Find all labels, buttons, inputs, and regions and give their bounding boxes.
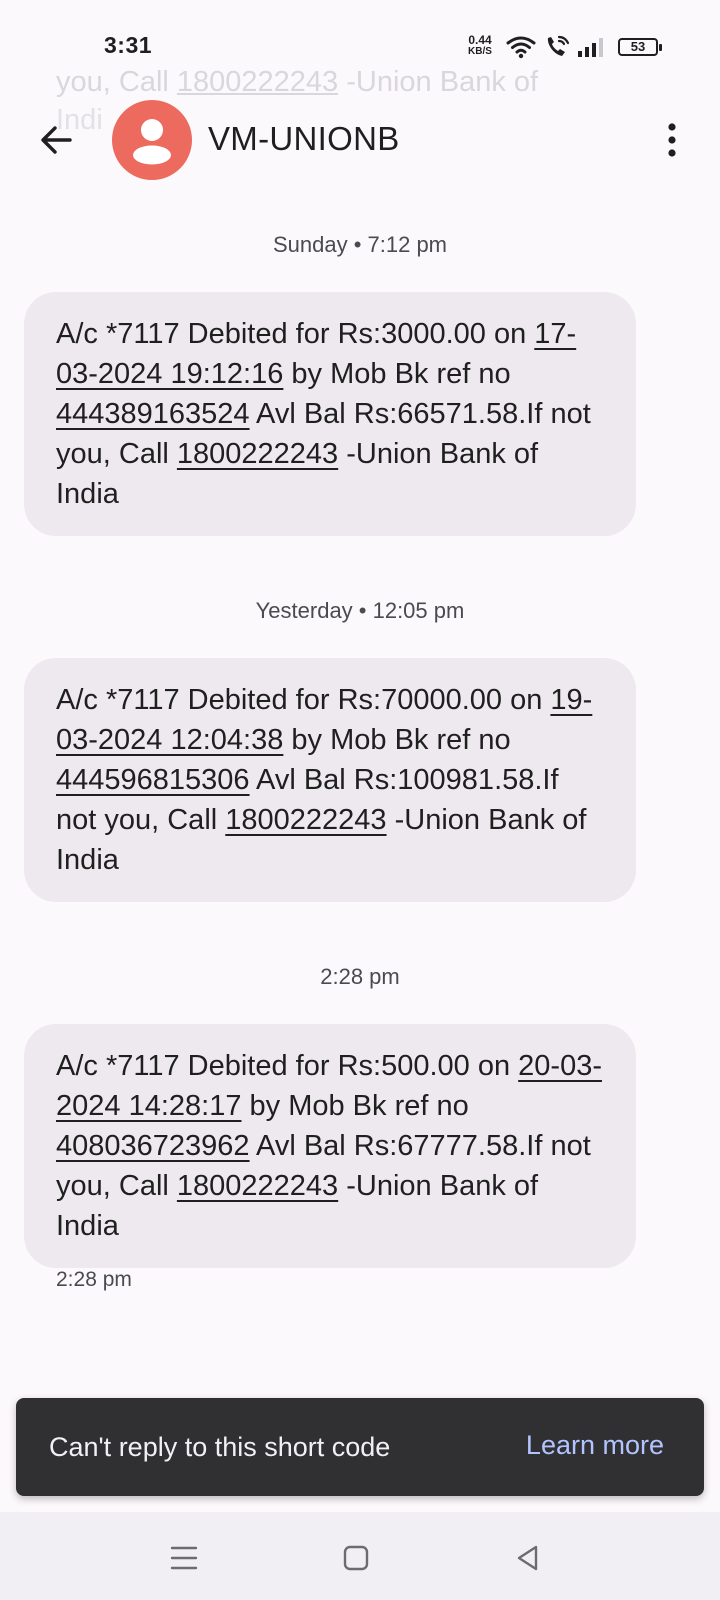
signal-icon bbox=[578, 38, 603, 57]
message-text: A/c *7117 Debited for Rs:3000.00 on bbox=[56, 318, 535, 350]
reference-number-link[interactable]: 444389163524 bbox=[56, 398, 250, 430]
fragment-prefix: you, Call bbox=[56, 66, 177, 98]
message-text: by Mob Bk ref no bbox=[283, 358, 511, 390]
status-time: 3:31 bbox=[104, 32, 153, 58]
message-text: by Mob Bk ref no bbox=[283, 724, 511, 756]
home-square-icon bbox=[343, 1545, 369, 1571]
reference-number-link[interactable]: 408036723962 bbox=[56, 1130, 250, 1162]
date-separator: 2:28 pm bbox=[320, 964, 400, 989]
phone-number-link[interactable]: 1800222243 bbox=[177, 438, 338, 470]
network-speed-value: 0.44 bbox=[468, 33, 492, 47]
phone-number-link[interactable]: 1800222243 bbox=[225, 804, 386, 836]
reference-number-link[interactable]: 444596815306 bbox=[56, 764, 250, 796]
message-text: by Mob Bk ref no bbox=[241, 1090, 469, 1122]
network-speed: 0.44 KB/S bbox=[462, 34, 498, 58]
phone-number-link[interactable]: 1800222243 bbox=[177, 1170, 338, 1202]
learn-more-button[interactable]: Learn more bbox=[526, 1430, 664, 1461]
date-separator: Yesterday • 12:05 pm bbox=[255, 598, 465, 623]
message-text: A/c *7117 Debited for Rs:500.00 on bbox=[56, 1050, 519, 1082]
more-vert-icon bbox=[668, 123, 676, 157]
more-options-button[interactable] bbox=[648, 110, 696, 170]
network-speed-unit: KB/S bbox=[468, 46, 492, 57]
message-bubble[interactable]: A/c *7117 Debited for Rs:70000.00 on 19-… bbox=[24, 658, 636, 902]
avatar[interactable] bbox=[112, 100, 192, 180]
home-button[interactable] bbox=[332, 1534, 380, 1582]
contact-name[interactable]: VM-UNIONB bbox=[208, 120, 400, 158]
message-text: A/c *7117 Debited for Rs:70000.00 on bbox=[56, 684, 551, 716]
battery-icon: 53 bbox=[618, 38, 662, 56]
wifi-icon bbox=[506, 36, 536, 59]
message-bubble[interactable]: A/c *7117 Debited for Rs:500.00 on 20-03… bbox=[24, 1024, 636, 1268]
message-bubble[interactable]: A/c *7117 Debited for Rs:3000.00 on 17-0… bbox=[24, 292, 636, 536]
system-nav-bar bbox=[0, 1512, 720, 1600]
message-timestamp: 2:28 pm bbox=[56, 1268, 132, 1291]
wifi-call-icon bbox=[547, 35, 570, 56]
app-bar: VM-UNIONB bbox=[0, 96, 720, 186]
person-avatar-icon bbox=[133, 119, 171, 165]
scrolled-message-fragment: you, Call 1800222243 -Union Bank of bbox=[56, 66, 656, 99]
fragment-suffix: -Union Bank of bbox=[338, 66, 539, 98]
date-separator: Sunday • 7:12 pm bbox=[272, 232, 448, 257]
arrow-back-icon bbox=[41, 126, 72, 154]
snackbar: Can't reply to this short code Learn mor… bbox=[16, 1398, 704, 1496]
recents-button[interactable] bbox=[160, 1534, 208, 1582]
back-button[interactable] bbox=[26, 110, 86, 170]
fragment-phone-link: 1800222243 bbox=[176, 66, 339, 98]
nav-back-button[interactable] bbox=[504, 1534, 552, 1582]
snackbar-message: Can't reply to this short code bbox=[49, 1432, 391, 1462]
recents-menu-icon bbox=[170, 1546, 198, 1570]
back-triangle-icon bbox=[517, 1545, 538, 1571]
